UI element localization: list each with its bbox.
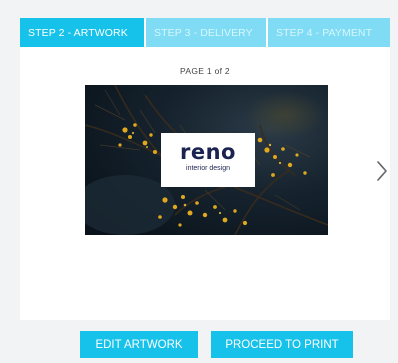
artwork-preview-panel: STEP 2 - ARTWORK STEP 3 - DELIVERY STEP … [20, 18, 390, 320]
tab-delivery[interactable]: STEP 3 - DELIVERY [146, 18, 266, 47]
chevron-right-icon[interactable] [375, 160, 389, 182]
step-tabs: STEP 2 - ARTWORK STEP 3 - DELIVERY STEP … [20, 18, 390, 47]
tab-payment[interactable]: STEP 4 - PAYMENT [268, 18, 390, 47]
artwork-preview-image: reno interior design [85, 85, 328, 235]
page-indicator: PAGE 1 of 2 [180, 66, 230, 76]
proceed-to-print-button[interactable]: PROCEED TO PRINT [211, 331, 353, 358]
tab-artwork[interactable]: STEP 2 - ARTWORK [20, 18, 144, 47]
logo-card: reno interior design [161, 133, 255, 187]
logo-tagline: interior design [186, 165, 230, 172]
logo-wordmark: reno [180, 140, 236, 164]
edit-artwork-button[interactable]: EDIT ARTWORK [80, 331, 198, 358]
